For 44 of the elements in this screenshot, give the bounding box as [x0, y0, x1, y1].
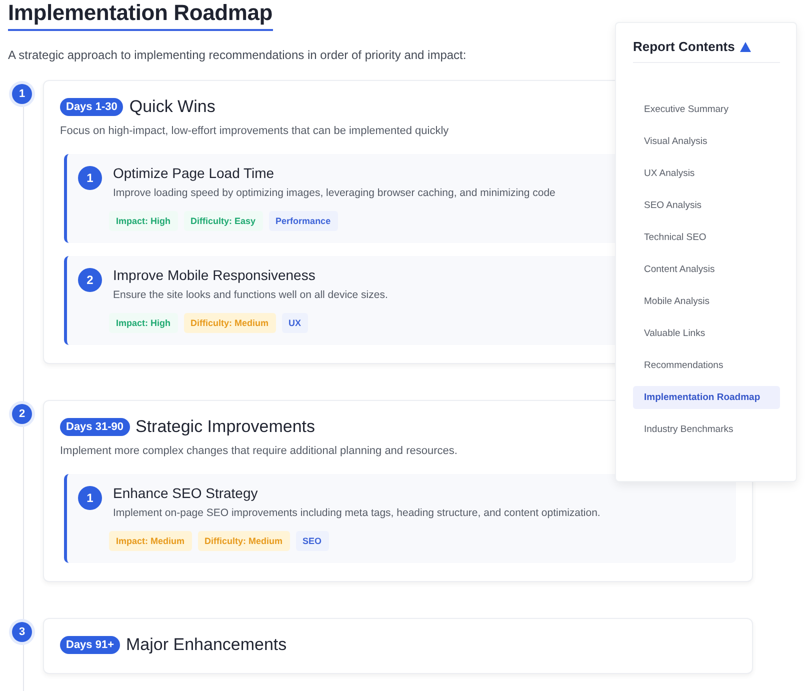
- task-tag: Impact: Medium: [109, 531, 192, 551]
- task-tag: Difficulty: Easy: [184, 211, 263, 231]
- phase-title: Quick Wins: [129, 97, 216, 117]
- contents-link[interactable]: Mobile Analysis: [633, 290, 780, 313]
- task-description: Ensure the site looks and functions well on all device sizes.: [113, 289, 388, 301]
- days-badge: Days 91+: [60, 636, 120, 654]
- contents-link[interactable]: SEO Analysis: [633, 194, 780, 217]
- phase-number: 2: [12, 404, 32, 424]
- contents-link[interactable]: Executive Summary: [633, 98, 780, 121]
- task-tag: Difficulty: Medium: [198, 531, 290, 551]
- task-tag: Difficulty: Medium: [184, 313, 276, 333]
- panel-title: Report Contents: [633, 39, 735, 54]
- task-tag: UX: [282, 313, 308, 333]
- contents-link[interactable]: UX Analysis: [633, 162, 780, 185]
- collapse-icon[interactable]: [740, 42, 751, 52]
- phase-number: 1: [12, 84, 32, 104]
- task-tag: Impact: High: [109, 313, 178, 333]
- task-number: 1: [78, 486, 102, 510]
- task-title: Enhance SEO Strategy: [113, 485, 259, 501]
- days-badge: Days 31-90: [60, 418, 130, 436]
- task-description: Implement on-page SEO improvements including meta tags, heading structure, and content optimization.: [113, 507, 600, 519]
- contents-link[interactable]: Recommendations: [633, 354, 780, 377]
- contents-link[interactable]: Technical SEO: [633, 226, 780, 249]
- days-badge: Days 1-30: [60, 98, 124, 116]
- contents-link[interactable]: Implementation Roadmap: [633, 386, 780, 409]
- phase-title: Strategic Improvements: [136, 417, 316, 437]
- task-tag: Impact: High: [109, 211, 178, 231]
- contents-link[interactable]: Valuable Links: [633, 322, 780, 345]
- phase-description: Implement more complex changes that require additional planning and resources.: [60, 445, 458, 457]
- task-title: Improve Mobile Responsiveness: [113, 267, 316, 283]
- phase-number: 3: [12, 622, 32, 642]
- task-description: Improve loading speed by optimizing images, leveraging browser caching, and minimizing code: [113, 187, 556, 199]
- phase-description: Focus on high-impact, low-effort improvements that can be implemented quickly: [60, 125, 450, 137]
- intro-text: A strategic approach to implementing recommendations in order of priority and impact:: [8, 48, 466, 62]
- page-title: Implementation Roadmap: [8, 0, 273, 31]
- task-tag: Performance: [268, 211, 338, 231]
- task-tag: SEO: [296, 531, 329, 551]
- contents-link[interactable]: Industry Benchmarks: [633, 418, 780, 441]
- task-number: 1: [78, 166, 102, 190]
- task-number: 2: [78, 268, 102, 292]
- task-title: Optimize Page Load Time: [113, 165, 276, 181]
- phase-title: Major Enhancements: [126, 635, 287, 655]
- contents-link[interactable]: Visual Analysis: [633, 130, 780, 153]
- contents-link[interactable]: Content Analysis: [633, 258, 780, 281]
